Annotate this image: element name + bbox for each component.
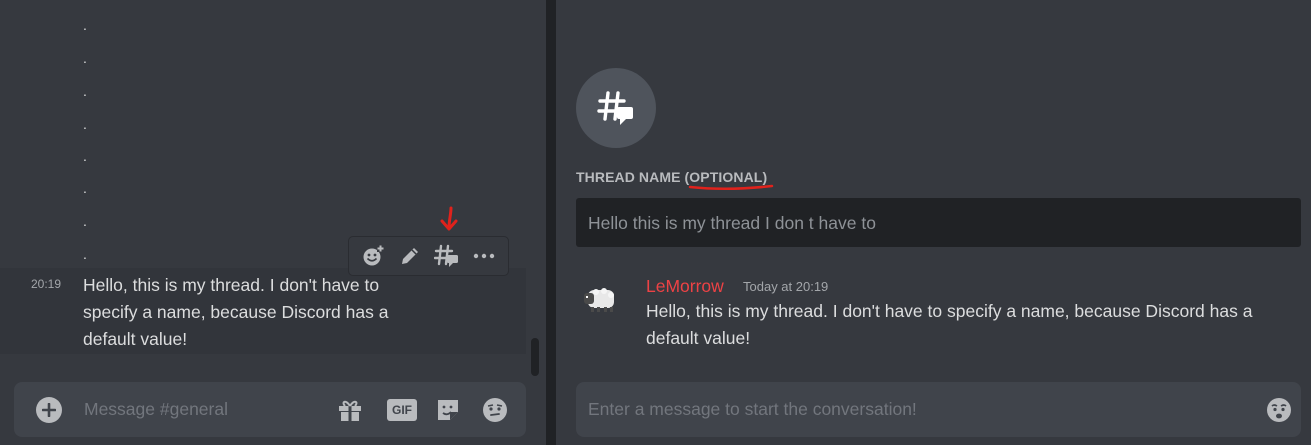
plus-icon xyxy=(42,403,56,417)
gif-button[interactable]: GIF xyxy=(386,395,418,425)
message-hover-toolbar xyxy=(348,236,509,276)
message-timestamp: 20:19 xyxy=(31,277,62,291)
thread-message-composer[interactable]: Enter a message to start the conversatio… xyxy=(576,382,1301,437)
thread-pane: THREAD NAME (OPTIONAL) Hello this is my … xyxy=(556,0,1311,445)
more-icon xyxy=(473,253,494,259)
scrollbar-thumb[interactable] xyxy=(531,338,539,376)
sticker-icon xyxy=(438,400,458,420)
gift-button[interactable] xyxy=(335,395,365,425)
gif-label: GIF xyxy=(392,403,412,417)
thread-name-input[interactable]: Hello this is my thread I don t have to xyxy=(576,198,1301,247)
upload-button[interactable] xyxy=(36,397,62,423)
edit-icon xyxy=(402,248,419,264)
more-button[interactable] xyxy=(469,241,499,271)
red-arrow-annotation xyxy=(440,206,458,231)
thread-message-input-placeholder[interactable]: Enter a message to start the conversatio… xyxy=(588,399,917,420)
dot-line: . xyxy=(83,17,87,33)
channel-pane: . . . . . . . . 20:19 Hello, this is my … xyxy=(0,0,546,445)
red-underline-annotation xyxy=(688,184,774,191)
emoji-icon xyxy=(483,398,507,422)
create-thread-icon xyxy=(433,244,458,267)
thread-icon xyxy=(597,91,633,125)
dot-line: . xyxy=(83,246,87,262)
thread-icon-circle xyxy=(576,68,656,148)
dot-line: . xyxy=(83,148,87,164)
thread-name-input-value[interactable]: Hello this is my thread I don t have to xyxy=(588,213,876,234)
emoji-button[interactable] xyxy=(480,395,510,425)
message-text: Hello, this is my thread. I don't have t… xyxy=(646,301,1253,348)
dot-line: . xyxy=(83,213,87,229)
dot-line: . xyxy=(83,50,87,66)
dot-line: . xyxy=(83,83,87,99)
gif-badge: GIF xyxy=(387,399,417,421)
emoji-icon xyxy=(1267,398,1291,422)
emoji-button[interactable] xyxy=(1264,395,1294,425)
pane-divider xyxy=(546,0,556,445)
dot-line: . xyxy=(83,116,87,132)
message-timestamp: Today at 20:19 xyxy=(743,279,829,294)
message-composer[interactable]: Message #general GIF xyxy=(14,382,526,437)
avatar[interactable] xyxy=(582,282,618,318)
add-reaction-button[interactable] xyxy=(358,241,388,271)
sticker-button[interactable] xyxy=(433,395,463,425)
message-text: Hello, this is my thread. I don't have t… xyxy=(83,275,389,349)
thread-name-label-text: THREAD NAME xyxy=(576,169,681,185)
message-row[interactable]: 20:19 Hello, this is my thread. I don't … xyxy=(0,268,526,354)
message-author[interactable]: LeMorrow xyxy=(646,276,724,297)
add-reaction-icon xyxy=(363,245,385,266)
edit-button[interactable] xyxy=(395,241,425,271)
gift-icon xyxy=(339,400,361,421)
dot-line: . xyxy=(83,180,87,196)
message-input-placeholder[interactable]: Message #general xyxy=(84,399,228,420)
create-thread-button[interactable] xyxy=(432,241,462,271)
